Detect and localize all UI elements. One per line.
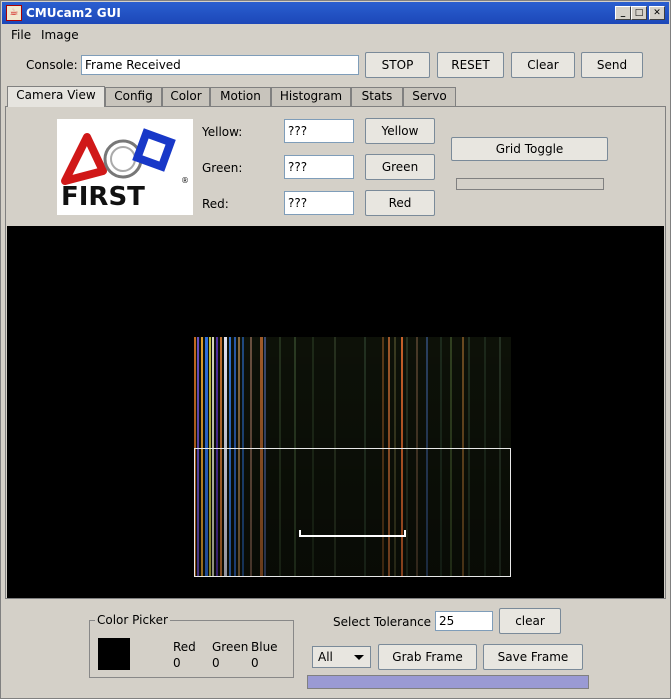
close-button[interactable]: ✕ [649, 6, 665, 20]
menu-bar: File Image [2, 25, 669, 45]
stop-button[interactable]: STOP [365, 52, 430, 78]
first-logo-text: FIRST [61, 182, 145, 212]
red-button[interactable]: Red [365, 190, 435, 216]
picker-blue-label: Blue [251, 640, 278, 654]
yellow-label: Yellow: [202, 125, 243, 139]
frame-select-value: All [318, 650, 333, 664]
console-input[interactable]: Frame Received [81, 55, 359, 75]
tab-config[interactable]: Config [105, 87, 162, 106]
tolerance-clear-button[interactable]: clear [499, 608, 561, 634]
window-title: CMUcam2 GUI [26, 6, 121, 20]
menu-file[interactable]: File [11, 28, 31, 42]
yellow-field[interactable]: ??? [284, 119, 354, 143]
chevron-down-icon [354, 655, 364, 660]
minimize-button[interactable]: _ [615, 6, 631, 20]
red-label: Red: [202, 197, 229, 211]
clear-button[interactable]: Clear [511, 52, 575, 78]
send-button[interactable]: Send [581, 52, 643, 78]
tab-color[interactable]: Color [162, 87, 210, 106]
menu-image[interactable]: Image [41, 28, 79, 42]
yellow-button[interactable]: Yellow [365, 118, 435, 144]
first-logo: FIRST ® [57, 119, 193, 215]
tab-servo[interactable]: Servo [403, 87, 456, 106]
green-button[interactable]: Green [365, 154, 435, 180]
grid-progress-bar [456, 178, 604, 190]
camera-frame-image[interactable] [194, 337, 511, 577]
green-field[interactable]: ??? [284, 155, 354, 179]
app-window: ☕ CMUcam2 GUI _ □ ✕ File Image Console: … [0, 0, 671, 699]
tab-stats[interactable]: Stats [351, 87, 403, 106]
tolerance-input[interactable]: 25 [435, 611, 493, 631]
console-label: Console: [26, 58, 78, 72]
grab-frame-button[interactable]: Grab Frame [378, 644, 477, 670]
picker-red-label: Red [173, 640, 196, 654]
tab-histogram[interactable]: Histogram [271, 87, 351, 106]
title-bar[interactable]: ☕ CMUcam2 GUI _ □ ✕ [2, 2, 669, 24]
java-cup-icon: ☕ [6, 5, 22, 21]
save-frame-button[interactable]: Save Frame [483, 644, 583, 670]
maximize-button[interactable]: □ [631, 6, 647, 20]
frame-progress-bar [307, 675, 589, 689]
grid-toggle-button[interactable]: Grid Toggle [451, 137, 608, 161]
picker-green-value: 0 [212, 656, 220, 670]
reset-button[interactable]: RESET [437, 52, 504, 78]
picker-blue-value: 0 [251, 656, 259, 670]
tolerance-label: Select Tolerance [333, 615, 432, 629]
tab-camera-view[interactable]: Camera View [7, 86, 105, 107]
svg-text:®: ® [181, 176, 189, 185]
tab-motion[interactable]: Motion [210, 87, 271, 106]
color-picker-title: Color Picker [95, 613, 170, 627]
picker-green-label: Green [212, 640, 249, 654]
frame-select[interactable]: All [312, 646, 371, 668]
picker-red-value: 0 [173, 656, 181, 670]
green-label: Green: [202, 161, 243, 175]
red-field[interactable]: ??? [284, 191, 354, 215]
color-swatch [98, 638, 130, 670]
